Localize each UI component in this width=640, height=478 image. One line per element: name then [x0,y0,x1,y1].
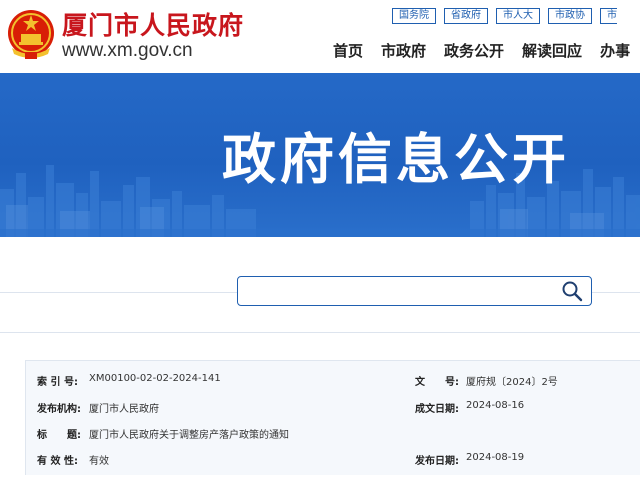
site-header: 厦门市人民政府 www.xm.gov.cn 国务院 省政府 市人大 市政协 市 … [0,0,640,73]
national-emblem-icon [8,10,54,59]
title-value: 厦门市人民政府关于调整房产落户政策的通知 [89,430,289,441]
validity-value: 有效 [89,456,109,467]
document-number-label: 文 号: [415,377,459,388]
top-link-provincial-gov[interactable]: 省政府 [444,8,488,24]
info-row: 标 题: 厦门市人民政府关于调整房产落户政策的通知 [26,426,640,452]
banner-title: 政府信息公开 [222,128,570,191]
nav-home[interactable]: 首页 [333,40,363,61]
publish-date-value: 2024-08-19 [466,452,525,463]
index-number-value: XM00100-02-02-2024-141 [89,373,221,384]
publishing-agency-label: 发布机构: [37,404,81,415]
publishing-agency-value: 厦门市人民政府 [89,404,159,415]
nav-interpretation[interactable]: 解读回应 [522,40,582,61]
divider-line [0,332,640,333]
document-number-value: 厦府规〔2024〕2号 [466,377,558,388]
written-date-label: 成文日期: [415,404,459,415]
main-nav: 首页 市政府 政务公开 解读回应 办事 [333,40,640,61]
nav-city-gov[interactable]: 市政府 [381,40,426,61]
search-icon[interactable] [561,280,583,302]
info-row: 有 效 性: 有效 发布日期: 2024-08-19 [26,452,640,478]
search-box [237,276,592,306]
top-link-state-council[interactable]: 国务院 [392,8,436,24]
top-link-cppcc[interactable]: 市政协 [548,8,592,24]
validity-label: 有 效 性: [37,456,78,467]
info-row: 发布机构: 厦门市人民政府 成文日期: 2024-08-16 [26,400,640,426]
banner: 政府信息公开 [0,73,640,237]
title-label: 标 题: [37,430,81,441]
top-link-city-congress[interactable]: 市人大 [496,8,540,24]
document-info-table: 索 引 号: XM00100-02-02-2024-141 文 号: 厦府规〔2… [25,360,640,475]
top-links: 国务院 省政府 市人大 市政协 市 [392,8,617,24]
nav-gov-affairs[interactable]: 政务公开 [444,40,504,61]
site-title[interactable]: 厦门市人民政府 [62,6,244,42]
search-input[interactable] [246,281,550,303]
site-domain: www.xm.gov.cn [62,40,193,61]
main-content: 索 引 号: XM00100-02-02-2024-141 文 号: 厦府规〔2… [0,237,640,475]
index-number-label: 索 引 号: [37,377,78,388]
top-link-more[interactable]: 市 [600,8,617,24]
publish-date-label: 发布日期: [415,456,459,467]
nav-services[interactable]: 办事 [600,40,630,61]
written-date-value: 2024-08-16 [466,400,525,411]
info-row: 索 引 号: XM00100-02-02-2024-141 文 号: 厦府规〔2… [26,373,640,399]
